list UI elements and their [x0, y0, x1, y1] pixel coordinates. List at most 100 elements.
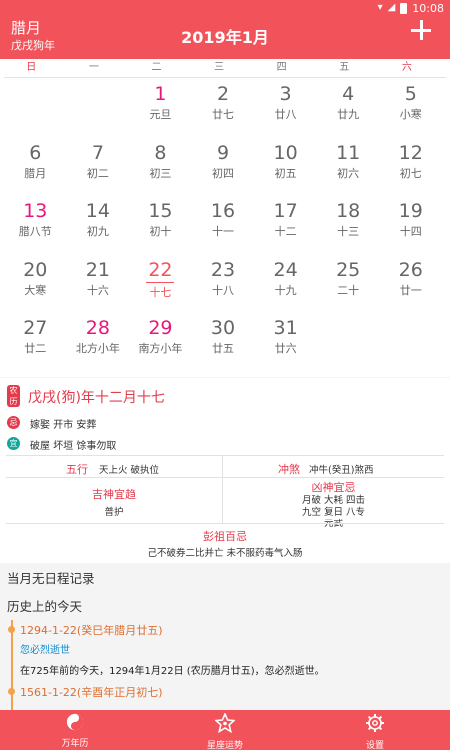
day-number: 2: [216, 83, 230, 105]
day-number: 1: [154, 83, 167, 105]
app-header: ▾ ◢ 10:08 腊月 戊戌狗年 2019年1月: [0, 0, 450, 59]
history-event-name[interactable]: 忽必烈逝世: [20, 641, 70, 656]
history-event-desc: 在725年前的今天，1294年1月22日 (农历腊月廿五)，忽必烈逝世。: [20, 666, 325, 677]
lunar-day-label: 初七: [399, 166, 422, 180]
wuxing-value: 天上火 破执位: [99, 465, 160, 476]
calendar-day-cell[interactable]: 7 初二: [67, 137, 130, 196]
calendar-day-cell[interactable]: 10 初五: [254, 137, 317, 196]
day-number: 26: [398, 258, 423, 281]
nav-item-horoscope[interactable]: 星座运势: [150, 710, 300, 750]
day-number: 12: [398, 141, 423, 164]
signal-icon: ◢: [387, 2, 396, 13]
calendar-day-cell[interactable]: 8 初三: [129, 137, 192, 196]
status-bar: ▾ ◢ 10:08: [378, 1, 444, 15]
calendar-day-cell[interactable]: 1 元旦: [129, 78, 192, 137]
calendar-day-cell[interactable]: 12 初七: [379, 137, 442, 196]
lunar-day-label: 廿七: [212, 108, 235, 121]
calendar-day-cell[interactable]: 14 初九: [67, 195, 130, 254]
calendar-day-cell[interactable]: 25 二十: [317, 254, 380, 313]
xiongshen-block: 凶神宜忌 月破 大耗 四击 九空 复日 八专 元武: [223, 479, 444, 527]
lunar-day-label: 廿九: [337, 108, 360, 121]
lunar-day-label: 初三: [149, 166, 172, 180]
history-timeline: [11, 620, 13, 710]
lunar-day-label: 北方小年: [75, 342, 120, 355]
lunar-day-label: 十六: [86, 283, 109, 297]
calendar-day-cell[interactable]: 21 十六: [67, 254, 130, 313]
calendar-day-cell[interactable]: 20 大寒: [4, 254, 67, 313]
chongsha-row: 冲煞 冲牛(癸丑)煞西: [278, 461, 373, 477]
weekday-label: 日: [26, 62, 37, 73]
day-number: 22: [148, 258, 173, 281]
calendar-day-cell[interactable]: 16 十一: [192, 195, 255, 254]
pengzu-block: 彭祖百忌 己不破券二比并亡 未不服药毒气入肠: [0, 528, 450, 559]
calendar-day-cell[interactable]: 2 廿七: [192, 78, 255, 137]
day-number: 29: [148, 317, 173, 339]
calendar-day-cell[interactable]: 9 初四: [192, 137, 255, 196]
nav-label: 设置: [365, 741, 384, 750]
day-number: 17: [273, 200, 298, 222]
calendar-empty-cell: [317, 312, 380, 371]
day-detail-panel: 农历 戊戌(狗)年十二月十七 忌 嫁娶 开市 安葬 宜 破屋 坏垣 馀事勿取 五…: [0, 378, 450, 563]
lunar-day-label: 十二: [274, 225, 297, 238]
lunar-day-label: 腊八节: [18, 225, 52, 238]
calendar-day-cell[interactable]: 19 十四: [379, 195, 442, 254]
history-event-date[interactable]: 1561-1-22(辛酉年正月初七): [20, 684, 163, 700]
nav-item-calendar[interactable]: 万年历: [0, 710, 150, 750]
calendar-day-cell[interactable]: 15 初十: [129, 195, 192, 254]
xiongshen-line: 九空 复日 八专: [301, 507, 366, 518]
ji-badge: 忌: [7, 416, 20, 429]
calendar-day-cell[interactable]: 30 廿五: [192, 312, 255, 371]
day-number: 5: [404, 83, 417, 105]
timeline-dot: [8, 626, 15, 633]
day-number: 23: [210, 258, 236, 281]
lunar-day-label: 初十: [149, 225, 172, 238]
nav-item-settings[interactable]: 设置: [300, 710, 450, 750]
add-event-button[interactable]: [410, 19, 432, 41]
calendar-day-cell[interactable]: 27 廿二: [4, 312, 67, 371]
day-number: 16: [210, 200, 236, 222]
day-number: 24: [273, 258, 298, 281]
lunar-day-label: 初四: [212, 166, 235, 180]
gear-icon: [365, 713, 385, 733]
weekday-header: 日 一 二 三 四 五 六: [0, 59, 450, 77]
battery-icon: [400, 2, 408, 14]
calendar-day-cell[interactable]: 29 南方小年: [129, 312, 192, 371]
calendar-day-cell[interactable]: 6 腊月: [4, 137, 67, 196]
calendar-day-cell-selected[interactable]: 22 十七: [129, 254, 192, 313]
calendar-day-cell[interactable]: 17 十二: [254, 195, 317, 254]
calendar-day-cell[interactable]: 28 北方小年: [67, 312, 130, 371]
calendar-day-cell[interactable]: 13 腊八节: [4, 195, 67, 254]
day-number: 11: [336, 141, 361, 164]
nav-label: 星座运势: [206, 741, 243, 750]
calendar-day-cell[interactable]: 5 小寒: [379, 78, 442, 137]
weekday-label: 六: [401, 62, 412, 73]
calendar-day-cell[interactable]: 18 十三: [317, 195, 380, 254]
lunar-day-label: 初五: [274, 166, 297, 180]
pengzu-label: 彭祖百忌: [203, 530, 247, 543]
jishen-block: 吉神宜趋 普护: [6, 486, 222, 518]
day-number: 7: [91, 141, 104, 164]
calendar-day-cell[interactable]: 23 十八: [192, 254, 255, 313]
wuxing-row: 五行 天上火 破执位: [66, 461, 159, 477]
lunar-day-label: 廿二: [24, 342, 47, 355]
calendar-day-cell[interactable]: 24 十九: [254, 254, 317, 313]
yi-badge: 宜: [7, 437, 20, 450]
lunar-day-label: 初二: [86, 166, 109, 180]
day-number: 27: [23, 317, 48, 339]
month-title[interactable]: 2019年1月: [0, 24, 450, 48]
calendar-week-row: 27 廿二 28 北方小年 29 南方小年 30 廿五 31 廿六: [4, 312, 442, 371]
lunar-day-label: 十四: [399, 225, 422, 238]
calendar-day-cell[interactable]: 31 廿六: [254, 312, 317, 371]
month-calendar: 日 一 二 三 四 五 六 1 元旦 2 廿七 3 廿八 4 廿九 5 小寒 6 腊月 7 初二 8 初三 9 初…: [0, 59, 450, 377]
calendar-day-cell[interactable]: 11 初六: [317, 137, 380, 196]
calendar-day-cell[interactable]: 26 廿一: [379, 254, 442, 313]
star-icon: [214, 711, 236, 734]
calendar-grid: 1 元旦 2 廿七 3 廿八 4 廿九 5 小寒 6 腊月 7 初二 8 初三 9 初四 10 初五 11 初六 12 初七 1…: [4, 78, 442, 371]
calendar-day-cell[interactable]: 4 廿九: [317, 78, 380, 137]
calendar-day-cell[interactable]: 3 廿八: [254, 78, 317, 137]
day-number: 15: [148, 200, 173, 222]
xiongshen-line: 月破 大耗 四击: [301, 495, 366, 506]
bottom-nav: 万年历 星座运势 设置: [0, 710, 450, 750]
history-event-date[interactable]: 1294-1-22(癸巳年腊月廿五): [20, 622, 163, 638]
wifi-icon: ▾: [377, 2, 383, 13]
